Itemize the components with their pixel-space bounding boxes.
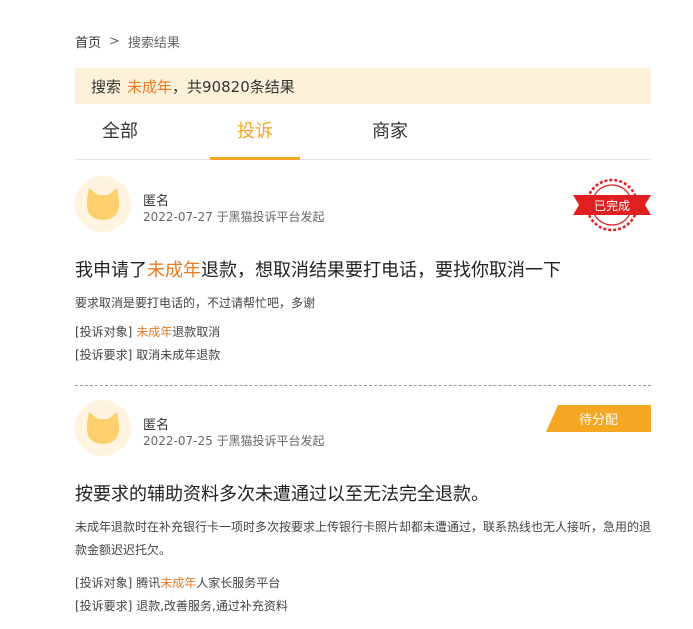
complaint-demand: [投诉要求] 取消未成年退款 [75,348,221,362]
cat-icon [86,188,120,220]
avatar [75,176,131,232]
tab-merchants[interactable]: 商家 [345,104,435,159]
post-meta: 2022-07-27 于黑猫投诉平台发起 [143,210,325,224]
result-tabs: 全部 投诉 商家 [75,104,651,160]
complaint-target: [投诉对象] 腾讯未成年人家长服务平台 [75,576,281,590]
breadcrumb-current: 搜索结果 [127,36,180,51]
complaint-card[interactable]: 匿名 2022-07-27 于黑猫投诉平台发起 已完成 我申请了未成年退款，想取… [75,176,651,386]
search-count: ，共90820条结果 [172,77,295,96]
complaint-description: 要求取消是要打电话的，不过请帮忙吧，多谢 [75,296,316,310]
breadcrumb: 首页 > 搜索结果 [75,32,180,51]
complaint-description: 未成年退款时在补充银行卡一项时多次按要求上传银行卡照片却都未遭通过，联系热线也无… [75,520,652,557]
tab-complaints[interactable]: 投诉 [210,104,300,160]
complaint-demand: [投诉要求] 退款,改善服务,通过补充资料 [75,599,288,613]
search-keyword: 未成年 [127,77,173,96]
completed-stamp: 已完成 [573,176,651,234]
search-prefix: 搜索 [91,77,122,96]
author-name: 匿名 [143,194,170,209]
status-badge: 待分配 [546,405,651,432]
author-name: 匿名 [143,418,170,433]
title-keyword: 未成年 [147,260,201,281]
status-badge: 已完成 [594,198,630,213]
complaint-title[interactable]: 按要求的辅助资料多次未遭通过以至无法完全退款。 [75,480,489,506]
post-meta: 2022-07-25 于黑猫投诉平台发起 [143,434,325,448]
cat-icon [86,412,120,444]
complaint-target: [投诉对象] 未成年退款取消 [75,325,221,339]
search-result-banner: 搜索 未成年 ，共90820条结果 [75,68,651,104]
breadcrumb-separator: > [109,34,120,49]
tab-all[interactable]: 全部 [75,104,165,159]
complaint-title[interactable]: 我申请了未成年退款，想取消结果要打电话，要找你取消一下 [75,256,561,282]
avatar [75,400,131,456]
complaint-card[interactable]: 匿名 2022-07-25 于黑猫投诉平台发起 待分配 按要求的辅助资料多次未遭… [75,400,651,629]
breadcrumb-home-link[interactable]: 首页 [75,32,101,51]
